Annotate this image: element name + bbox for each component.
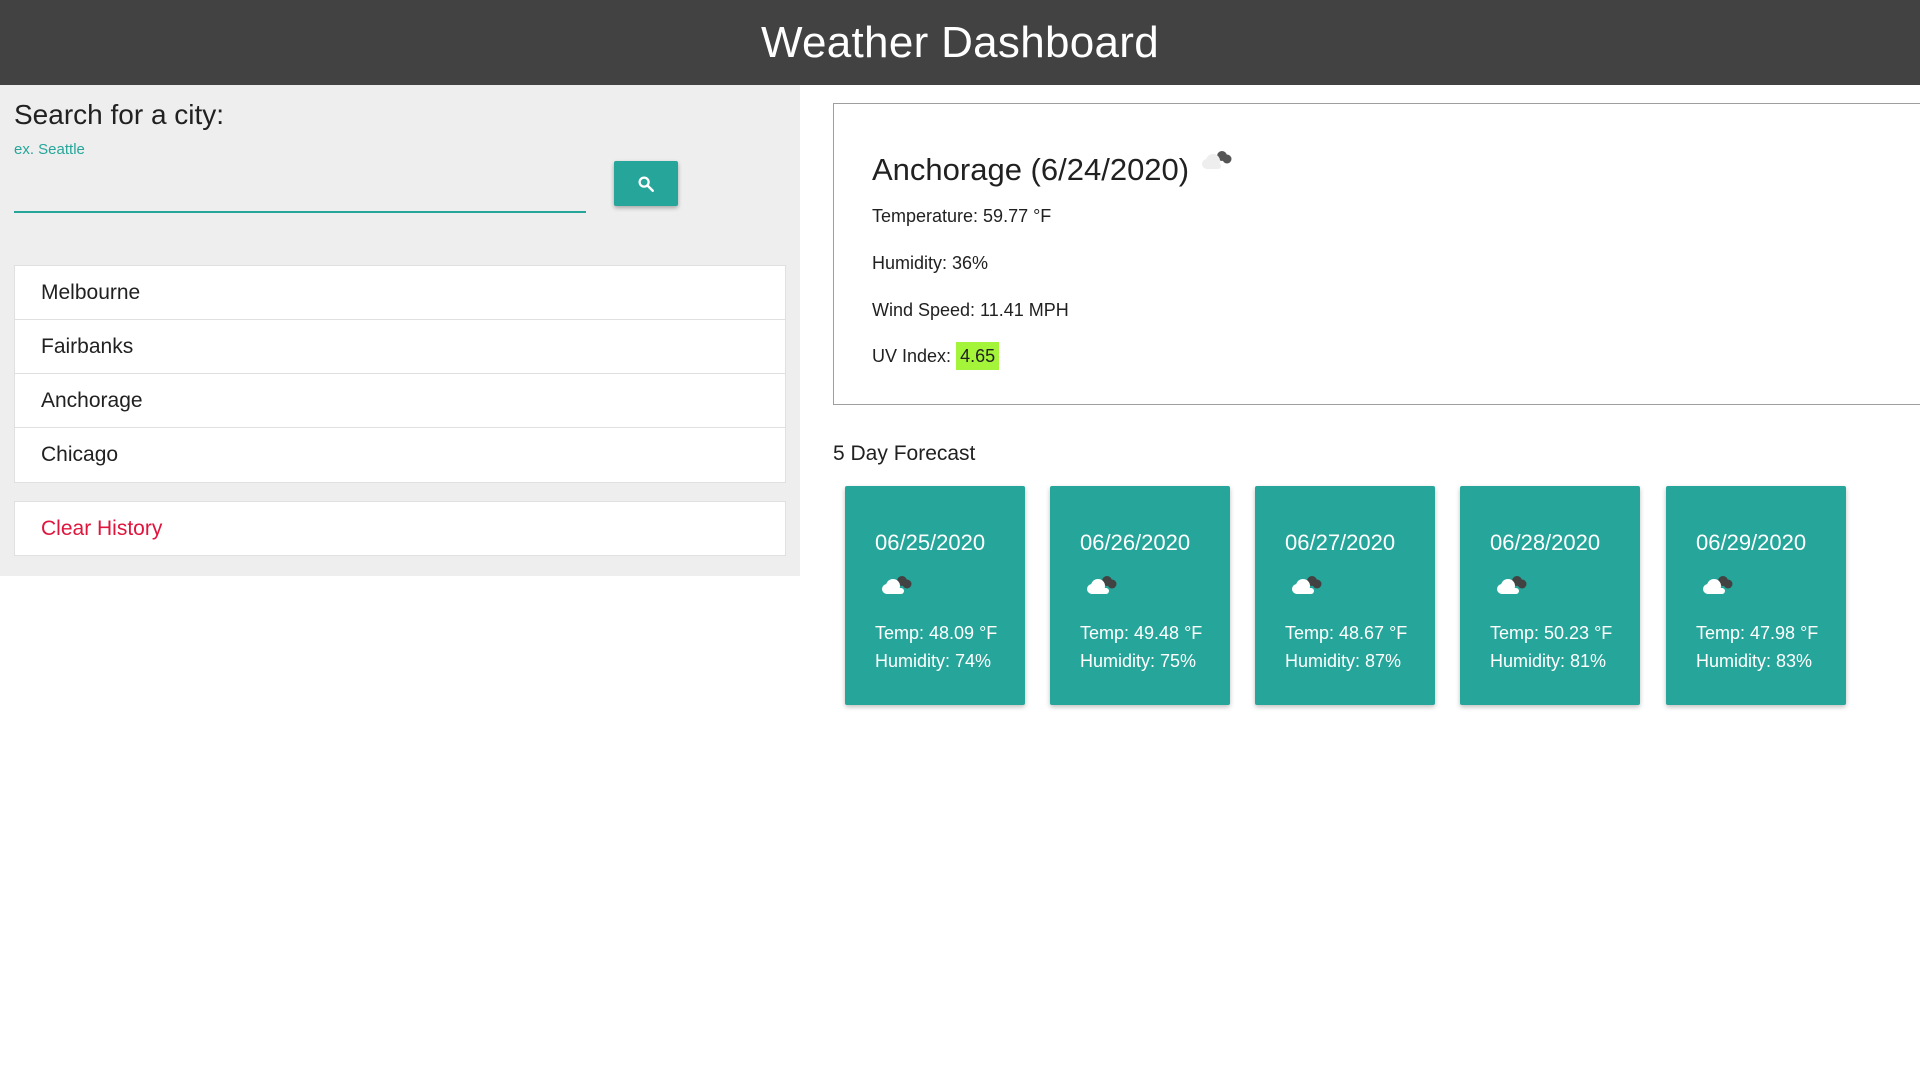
forecast-temp: Temp: 48.09 °F bbox=[875, 623, 998, 643]
history-item-anchorage[interactable]: Anchorage bbox=[15, 374, 785, 428]
forecast-card: 06/25/2020 Temp: 48.09 °F Humidity: 74% bbox=[845, 486, 1025, 705]
forecast-date: 06/27/2020 bbox=[1285, 530, 1396, 555]
broken-clouds-icon bbox=[1087, 576, 1117, 594]
broken-clouds-icon bbox=[1497, 576, 1527, 594]
clear-history-box: Clear History bbox=[14, 501, 786, 556]
forecast-temp: Temp: 50.23 °F bbox=[1490, 623, 1613, 643]
forecast-temp: Temp: 47.98 °F bbox=[1696, 623, 1819, 643]
forecast-humidity: Humidity: 75% bbox=[1080, 651, 1197, 671]
history-item-label: Melbourne bbox=[41, 280, 141, 304]
forecast-card: 06/27/2020 Temp: 48.67 °F Humidity: 87% bbox=[1255, 486, 1435, 705]
forecast-date: 06/25/2020 bbox=[875, 530, 986, 555]
broken-clouds-icon bbox=[1202, 151, 1232, 169]
history-item-label: Fairbanks bbox=[41, 334, 134, 358]
forecast-card: 06/26/2020 Temp: 49.48 °F Humidity: 75% bbox=[1050, 486, 1230, 705]
current-uv-row: UV Index: 4.65 bbox=[872, 342, 1000, 370]
city-search-input[interactable] bbox=[14, 173, 586, 213]
search-heading: Search for a city: bbox=[14, 99, 225, 130]
current-city-title: Anchorage (6/24/2020) bbox=[872, 152, 1190, 187]
clear-history-link[interactable]: Clear History bbox=[41, 517, 162, 541]
page-title: Weather Dashboard bbox=[760, 17, 1160, 67]
forecast-temp: Temp: 48.67 °F bbox=[1285, 623, 1408, 643]
forecast-card: 06/29/2020 Temp: 47.98 °F Humidity: 83% bbox=[1666, 486, 1846, 705]
forecast-date: 06/29/2020 bbox=[1696, 530, 1807, 555]
forecast-date: 06/28/2020 bbox=[1490, 530, 1601, 555]
forecast-card: 06/28/2020 Temp: 50.23 °F Humidity: 81% bbox=[1460, 486, 1640, 705]
forecast-humidity: Humidity: 74% bbox=[875, 651, 992, 671]
search-sidebar: Search for a city: ex. Seattle Melbourne… bbox=[0, 85, 800, 576]
search-button[interactable] bbox=[614, 161, 678, 206]
current-weather-card: Anchorage (6/24/2020) Temperature: 59.77… bbox=[833, 103, 1920, 405]
forecast-humidity: Humidity: 87% bbox=[1285, 651, 1402, 671]
current-humidity: Humidity: 36% bbox=[872, 253, 989, 273]
forecast-date: 06/26/2020 bbox=[1080, 530, 1191, 555]
history-item-label: Chicago bbox=[41, 443, 119, 466]
uv-index-label: UV Index: bbox=[872, 346, 952, 366]
forecast-humidity: Humidity: 83% bbox=[1696, 651, 1813, 671]
broken-clouds-icon bbox=[1703, 576, 1733, 594]
search-hint-label: ex. Seattle bbox=[14, 141, 85, 158]
current-wind-speed: Wind Speed: 11.41 MPH bbox=[872, 300, 1069, 320]
history-item-fairbanks[interactable]: Fairbanks bbox=[15, 320, 785, 374]
broken-clouds-icon bbox=[882, 576, 912, 594]
forecast-temp: Temp: 49.48 °F bbox=[1080, 623, 1203, 643]
forecast-humidity: Humidity: 81% bbox=[1490, 651, 1607, 671]
search-history-list: Melbourne Fairbanks Anchorage Chicago bbox=[14, 265, 786, 483]
current-temperature: Temperature: 59.77 °F bbox=[872, 206, 1052, 226]
forecast-heading: 5 Day Forecast bbox=[833, 442, 976, 465]
broken-clouds-icon bbox=[1292, 576, 1322, 594]
history-item-melbourne[interactable]: Melbourne bbox=[15, 266, 785, 320]
history-item-chicago[interactable]: Chicago bbox=[15, 428, 785, 482]
uv-index-badge: 4.65 bbox=[956, 342, 1000, 370]
header-bar: Weather Dashboard bbox=[0, 0, 1920, 85]
search-icon bbox=[638, 176, 654, 192]
history-item-label: Anchorage bbox=[41, 388, 143, 412]
